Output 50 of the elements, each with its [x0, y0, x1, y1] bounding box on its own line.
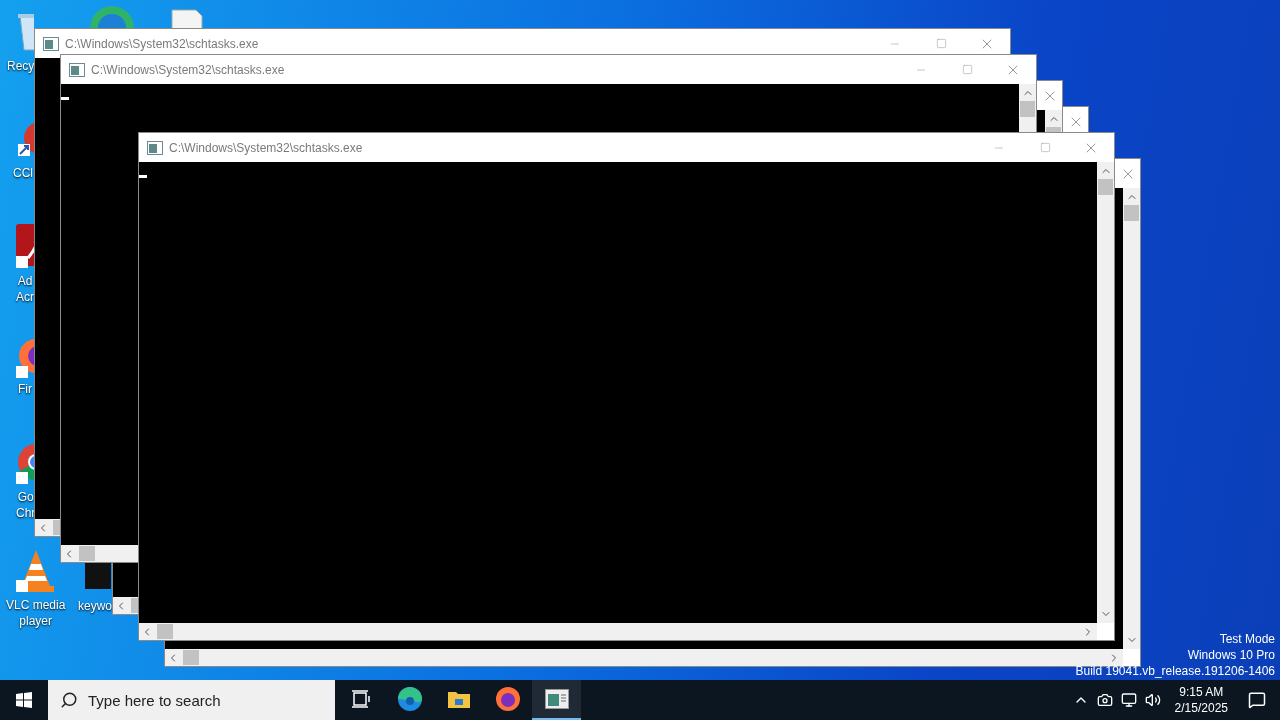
- window-title: C:\Windows\System32\schtasks.exe: [65, 35, 259, 53]
- notifications-icon[interactable]: [1248, 691, 1266, 709]
- folder-icon: [446, 689, 471, 709]
- test-mode-text: Test Mode: [1219, 631, 1275, 647]
- desktop-icon-label: keywo: [78, 598, 112, 614]
- test-mode-text: Build 19041.vb_release.191206-1406: [1075, 663, 1275, 679]
- test-mode-text: Windows 10 Pro: [1187, 647, 1275, 663]
- horizontal-scrollbar[interactable]: [113, 597, 138, 614]
- console-window-icon: [544, 689, 569, 709]
- task-view-icon: [350, 690, 371, 708]
- scrollbar-thumb[interactable]: [157, 624, 173, 639]
- desktop-icon-label: VLC media player: [6, 597, 66, 629]
- search-icon: [60, 691, 78, 709]
- vertical-scrollbar[interactable]: [1045, 110, 1062, 132]
- taskbar-app-button[interactable]: [532, 680, 581, 720]
- maximize-icon: [961, 64, 973, 75]
- console-window-icon: [147, 140, 163, 155]
- desktop-icon-label: Recy: [7, 58, 35, 74]
- maximize-icon: [935, 38, 947, 49]
- window-title: C:\Windows\System32\schtasks.exe: [169, 139, 363, 157]
- browser-icon: [396, 686, 423, 712]
- console-window-icon: [69, 62, 85, 77]
- search-field[interactable]: Type here to search: [48, 680, 335, 720]
- vertical-scrollbar[interactable]: [1123, 188, 1140, 649]
- firefox-icon: [494, 686, 521, 712]
- horizontal-scrollbar[interactable]: [165, 649, 1123, 666]
- volume-icon[interactable]: [1144, 692, 1161, 708]
- window-title: C:\Windows\System32\schtasks.exe: [91, 61, 285, 79]
- vertical-scrollbar[interactable]: [1019, 84, 1036, 132]
- maximize-icon: [1039, 142, 1051, 153]
- scrollbar-thumb[interactable]: [79, 546, 95, 561]
- desktop-icon-label: Fir: [18, 381, 32, 397]
- vertical-scrollbar[interactable]: [1097, 162, 1114, 623]
- scrollbar-thumb[interactable]: [1020, 101, 1035, 117]
- horizontal-scrollbar[interactable]: [35, 519, 61, 536]
- desktop-icon-label: CCl: [13, 165, 33, 181]
- windows-logo-icon: [16, 692, 32, 708]
- acrobat-icon[interactable]: [14, 224, 34, 270]
- scrollbar-thumb[interactable]: [1124, 205, 1139, 221]
- scrollbar-thumb[interactable]: [183, 650, 199, 665]
- desktop-icon-label: Ad Acr: [16, 273, 34, 305]
- clock[interactable]: 9:15 AM 2/15/2025: [1168, 684, 1234, 716]
- horizontal-scrollbar[interactable]: [139, 623, 1097, 640]
- network-icon[interactable]: [1120, 692, 1137, 708]
- horizontal-scrollbar[interactable]: [61, 545, 138, 562]
- console-window-icon: [43, 36, 59, 51]
- scrollbar-thumb[interactable]: [1098, 179, 1113, 195]
- camera-icon[interactable]: [1096, 692, 1113, 708]
- browser-icon[interactable]: [88, 4, 136, 28]
- desktop-icon-label: Go Chr: [16, 489, 36, 521]
